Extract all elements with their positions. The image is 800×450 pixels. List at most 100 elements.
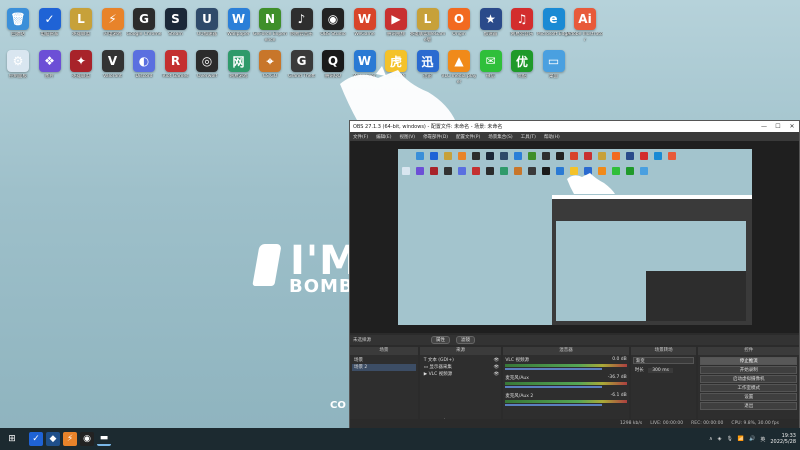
preview-mini-icon xyxy=(626,152,634,160)
obs-icon: ◉ xyxy=(322,8,344,30)
obs-menu-item[interactable]: 帮助(H) xyxy=(544,134,560,140)
visibility-eye-icon[interactable]: 👁 xyxy=(494,357,500,364)
obs-menu-item[interactable]: 工具(T) xyxy=(521,134,536,140)
preview-mini-icon xyxy=(640,152,648,160)
control-button[interactable]: 启动虚拟摄像机 xyxy=(700,375,797,383)
taskbar-app-icon[interactable]: ⚡ xyxy=(63,432,77,446)
scenes-dock: 场景 场景场景 2 + − ∧ ∨ xyxy=(350,347,418,427)
maximize-button[interactable]: ☐ xyxy=(771,123,785,130)
taskbar-shield-icon[interactable]: ◆ xyxy=(46,432,60,446)
obs-window[interactable]: OBS 27.1.3 (64-bit, windows) - 配置文件: 未命名… xyxy=(349,120,800,428)
control-button[interactable]: 退出 xyxy=(700,402,797,410)
system-tray: ∧ ◈ 🎙 📶 🔊 英 19:33 2022/5/28 xyxy=(709,433,800,445)
music-icon: ♪ xyxy=(290,8,313,30)
tray-chevron-icon[interactable]: ∧ xyxy=(709,436,713,442)
preview-mini-icon xyxy=(528,152,536,160)
photos-icon: ❖ xyxy=(38,50,61,72)
audio-mixer-title: 混音器 xyxy=(503,347,629,355)
tray-network-icon[interactable]: 📶 xyxy=(738,436,744,442)
taskbar-obs-icon[interactable]: ◉ xyxy=(80,432,94,446)
desktop-icon: ▭ xyxy=(542,50,565,72)
taskbar-active-window-icon[interactable]: ▬ xyxy=(97,432,111,446)
duration-input[interactable]: 300 ms xyxy=(648,368,673,373)
mixer-channel-name: 麦克风/Aux 2 xyxy=(505,394,534,399)
volume-slider[interactable] xyxy=(505,404,603,406)
adobe-icon: Ai xyxy=(574,8,596,30)
desktop-shortcut[interactable]: ▭ 桌面 xyxy=(536,50,572,85)
source-item[interactable]: T 文本 (GDI+) 👁 xyxy=(422,357,500,364)
edge-icon: e xyxy=(542,8,565,30)
preview-mini-icon xyxy=(654,152,662,160)
control-button[interactable]: 开始录制 xyxy=(700,366,797,374)
tray-ime-icon[interactable]: 英 xyxy=(760,436,765,443)
pc-manager-icon: ✓ xyxy=(38,8,61,30)
tray-volume-icon[interactable]: 🔊 xyxy=(749,436,755,442)
source-item[interactable]: ▶ VLC 视频源 👁 xyxy=(422,371,500,378)
scene-item[interactable]: 场景 xyxy=(352,357,416,364)
mixer-channel: 麦克风/Aux -36.7 dB xyxy=(505,375,627,388)
discord-icon: ◐ xyxy=(133,50,155,72)
preview-mini-icon xyxy=(556,152,564,160)
control-button[interactable]: 工作室模式 xyxy=(700,384,797,392)
scene-item[interactable]: 场景 2 xyxy=(352,364,416,371)
volume-slider[interactable] xyxy=(505,386,603,388)
preview-mini-icon xyxy=(500,152,508,160)
preview-mini-icon xyxy=(626,167,634,175)
preview-mini-icon xyxy=(444,167,452,175)
obs-title-bar[interactable]: OBS 27.1.3 (64-bit, windows) - 配置文件: 未命名… xyxy=(350,121,799,132)
controls-title: 控件 xyxy=(698,347,799,355)
mixer-channel: VLC 视频源 0.0 dB xyxy=(505,357,627,370)
preview-hand-graphic xyxy=(567,173,615,194)
obs-menu-item[interactable]: 配置文件(P) xyxy=(456,134,480,140)
wegame-icon: W xyxy=(353,8,376,30)
volume-meter xyxy=(505,400,627,403)
mixer-channel-db: 0.0 dB xyxy=(612,357,627,362)
preview-mini-icon xyxy=(542,167,550,175)
nested-obs-preview xyxy=(552,195,752,325)
wechat-icon: ✉ xyxy=(479,50,502,72)
obs-menu-item[interactable]: 视图(V) xyxy=(399,134,415,140)
obs-preview-canvas[interactable] xyxy=(398,149,752,325)
taskbar-pc-manager-icon[interactable]: ✓ xyxy=(29,432,43,446)
preview-mini-icon xyxy=(402,167,410,175)
tray-mic-icon[interactable]: 🎙 xyxy=(727,436,733,442)
properties-button[interactable]: 属性 xyxy=(431,336,450,344)
no-source-selected-label: 未选择源 xyxy=(353,338,371,343)
control-panel-icon: ⚙ xyxy=(7,50,29,72)
obs-menu-item[interactable]: 场景集合(S) xyxy=(488,134,512,140)
preview-mini-icon xyxy=(514,152,522,160)
start-button[interactable]: ⊞ xyxy=(3,430,21,448)
obs-docks: 场景 场景场景 2 + − ∧ ∨ 来源 T 文本 (GDI+) 👁▭ 显示器采… xyxy=(350,347,799,427)
scenes-list: 场景 场景 2 xyxy=(350,355,418,373)
volume-slider[interactable] xyxy=(505,368,603,370)
obs-menu-item[interactable]: 停靠部件(D) xyxy=(423,134,448,140)
tray-shield-icon[interactable]: ◈ xyxy=(718,436,722,442)
obs-window-title: OBS 27.1.3 (64-bit, windows) - 配置文件: 未命名… xyxy=(353,124,503,130)
volume-meter xyxy=(505,364,627,367)
obs-source-toolbar: 未选择源 属性 滤镜 xyxy=(350,335,799,345)
preview-mini-icon xyxy=(668,152,676,160)
volume-meter xyxy=(505,382,627,385)
visibility-eye-icon[interactable]: 👁 xyxy=(494,371,500,378)
visibility-eye-icon[interactable]: 👁 xyxy=(494,364,500,371)
sources-list: T 文本 (GDI+) 👁 ▭ 显示器采集 👁 ▶ VLC 视频源 👁 xyxy=(420,355,502,380)
preview-mini-icon xyxy=(486,167,494,175)
transition-type-select[interactable]: 渐变 xyxy=(632,357,695,364)
preview-mini-icon xyxy=(444,152,452,160)
desktop-shortcut[interactable]: Ai Adobe Illustrator xyxy=(567,8,603,43)
control-button[interactable]: 设置 xyxy=(700,393,797,401)
obs-menu-item[interactable]: 编辑(E) xyxy=(376,134,391,140)
source-name: 文本 (GDI+) xyxy=(427,358,454,363)
close-button[interactable]: ✕ xyxy=(785,123,799,130)
minimize-button[interactable]: — xyxy=(757,123,771,130)
rec-status: REC: 00:00:00 xyxy=(691,421,724,426)
taskbar-clock[interactable]: 19:33 2022/5/28 xyxy=(770,433,796,445)
control-button[interactable]: 停止推流 xyxy=(700,357,797,365)
obs-status-bar: 1298 kb/s LIVE: 00:00:00 REC: 00:00:00 C… xyxy=(350,419,799,428)
mixer-channels: VLC 视频源 0.0 dB 麦克风/Aux -36.7 dB 麦克风/Aux 2 -6.… xyxy=(503,355,628,413)
preview-mini-icon xyxy=(500,167,508,175)
obs-menu-item[interactable]: 文件(F) xyxy=(353,134,368,140)
overwolf-icon: ◎ xyxy=(196,50,218,72)
source-item[interactable]: ▭ 显示器采集 👁 xyxy=(422,364,500,371)
filters-button[interactable]: 滤镜 xyxy=(456,336,475,344)
